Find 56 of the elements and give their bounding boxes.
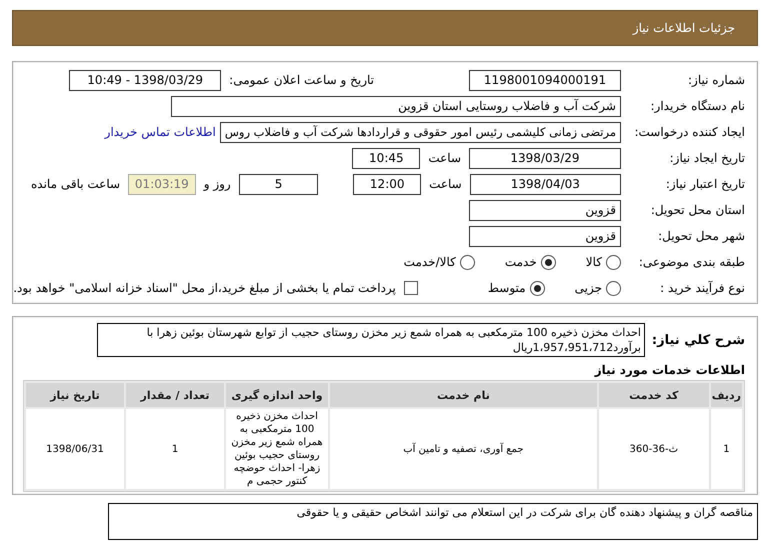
text-field[interactable]: قزوین bbox=[469, 226, 621, 246]
section-title: اطلاعات خدمات مورد نیاز bbox=[593, 363, 745, 377]
text-field[interactable]: 1198001094000191 bbox=[469, 70, 621, 90]
text-field[interactable]: 5 bbox=[238, 174, 318, 194]
field-label: شماره نیاز: bbox=[687, 73, 745, 87]
column-header: تاریخ نیاز bbox=[26, 383, 124, 407]
table-cell: احداث مخزن ذخیره 100 مترمکعبی به همراه شمع زیر مخزن روستای حجیب بوئین زهرا- احداث حوضچه کنتور حجمی م bbox=[226, 409, 328, 489]
text-field[interactable]: 12:00 bbox=[353, 174, 422, 194]
radio-button[interactable] bbox=[530, 280, 545, 296]
table-cell: 1398/06/31 bbox=[26, 409, 124, 489]
radio-button[interactable] bbox=[606, 254, 621, 270]
field-label: شهر محل تحویل: bbox=[657, 229, 745, 243]
field-label: ساعت باقی مانده bbox=[31, 177, 120, 191]
text-field[interactable]: 1398/03/29 - 10:49 bbox=[69, 70, 222, 90]
checkbox-label: پرداخت تمام یا بخشی از مبلغ خرید،از محل "اسناد خزانه اسلامی" خواهد بود. bbox=[13, 281, 396, 295]
contact-link[interactable]: اطلاعات تماس خریدار bbox=[104, 125, 216, 139]
text-field[interactable]: 1398/03/29 bbox=[469, 148, 621, 168]
page-title: جزئیات اطلاعات نیاز bbox=[632, 21, 735, 35]
option-label: خدمت bbox=[504, 255, 537, 269]
radio-button[interactable] bbox=[540, 254, 556, 270]
field-label: ساعت bbox=[429, 177, 462, 191]
option-label: جزیی bbox=[574, 281, 602, 295]
note-text: مناقصه گران و پیشنهاد دهنده گان برای شرکت در این استعلام می توانند اشخاص حقیقی و یا حقوقی bbox=[108, 503, 758, 540]
text-field[interactable]: شرکت آب و فاضلاب روستایی استان قزوین bbox=[171, 96, 621, 116]
countdown-field: 01:03:19 bbox=[128, 174, 196, 194]
field-label: ساعت bbox=[428, 151, 461, 165]
field-label: نام دستگاه خریدار: bbox=[650, 99, 745, 113]
column-header: نام خدمت bbox=[330, 383, 597, 407]
field-label: استان محل تحویل: bbox=[650, 203, 745, 217]
field-label: تاریخ اعتبار نیاز: bbox=[664, 177, 745, 191]
checkbox[interactable] bbox=[404, 281, 418, 295]
table-cell: 1 bbox=[126, 409, 224, 489]
table-cell: 1 bbox=[710, 409, 742, 489]
text-field[interactable]: 10:45 bbox=[352, 148, 420, 168]
table-cell: جمع آوری، تصفیه و تامین آب bbox=[330, 409, 597, 489]
field-label: طبقه بندی موضوعی: bbox=[638, 255, 745, 269]
column-header: تعداد / مقدار bbox=[126, 383, 224, 407]
option-label: متوسط bbox=[488, 281, 526, 295]
text-field[interactable]: 1398/04/03 bbox=[470, 174, 621, 194]
option-label: کالا bbox=[586, 255, 602, 269]
column-header: واحد اندازه گیری bbox=[226, 383, 328, 407]
text-field[interactable]: مرتضی زمانی کلیشمی رئیس امور حقوقی و قراردادها شرکت آب و فاضلاب روس bbox=[220, 122, 621, 142]
text-field[interactable]: قزوین bbox=[469, 200, 621, 220]
field-label: تاریخ و ساعت اعلان عمومی: bbox=[229, 73, 374, 87]
table-cell: ث-36-360 bbox=[598, 409, 709, 489]
column-header: کد خدمت bbox=[598, 383, 709, 407]
column-header: ردیف bbox=[710, 383, 742, 407]
field-label: تاریخ ایجاد نیاز: bbox=[668, 151, 745, 165]
field-label: نوع فرآیند خرید : bbox=[659, 281, 745, 295]
radio-button[interactable] bbox=[606, 280, 621, 296]
field-label: ایجاد کننده درخواست: bbox=[633, 125, 745, 139]
description-field: احداث مخزن ذخیره 100 مترمکعبی به همراه شمع زیر مخزن روستای حجیب از توابع شهرستان بوئین زهرا با برآورد1،957،951،712ریال bbox=[97, 323, 645, 357]
field-label: شرح کلي نياز: bbox=[650, 332, 745, 348]
option-label: کالا/خدمت bbox=[404, 255, 456, 269]
field-label: روز و bbox=[204, 177, 231, 191]
radio-button[interactable] bbox=[460, 254, 475, 270]
